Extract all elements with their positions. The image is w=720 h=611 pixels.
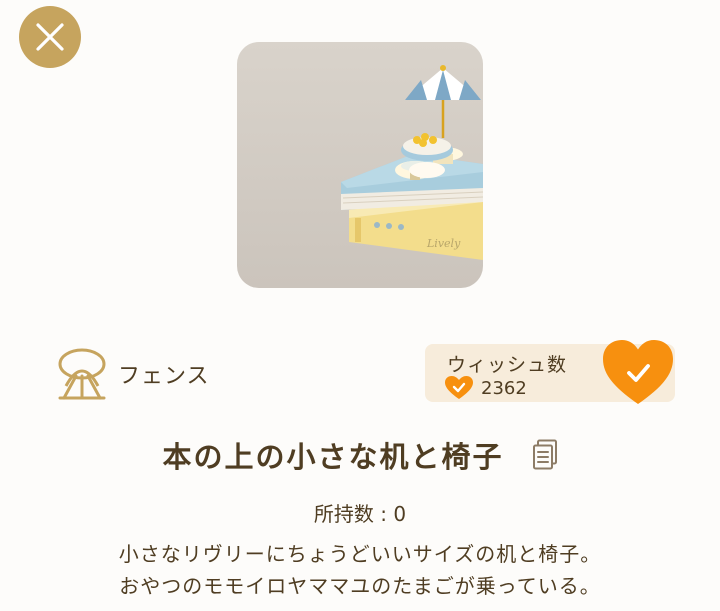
description-line: おやつのモモイロヤママユのたまごが乗っている。 xyxy=(119,574,601,598)
wishlist-label: ウィッシュ数 xyxy=(447,354,568,376)
owned-count: 所持数 : 0 xyxy=(313,502,407,526)
wishlist-count-row: 2362 xyxy=(445,376,527,400)
description-line: 小さなリヴリーにちょうどいいサイズの机と椅子。 xyxy=(118,542,602,566)
category-section: フェンス xyxy=(56,346,210,402)
heart-check-icon xyxy=(445,376,473,399)
item-image: Lively xyxy=(237,42,483,288)
svg-text:Lively: Lively xyxy=(426,237,461,250)
wishlist-count: 2362 xyxy=(481,377,527,399)
heart-check-icon xyxy=(603,340,673,404)
close-button[interactable] xyxy=(19,6,81,68)
fence-category-icon xyxy=(58,348,106,400)
item-description: 小さなリヴリーにちょうどいいサイズの机と椅子。 おやつのモモイロヤママユのたまご… xyxy=(0,538,720,602)
category-label: フェンス xyxy=(118,364,210,389)
close-icon xyxy=(36,23,64,51)
item-title: 本の上の小さな机と椅子 xyxy=(162,440,504,474)
item-title-row: 本の上の小さな机と椅子 xyxy=(0,432,720,478)
add-to-wishlist-button[interactable] xyxy=(601,338,675,408)
document-icon[interactable] xyxy=(532,439,558,471)
